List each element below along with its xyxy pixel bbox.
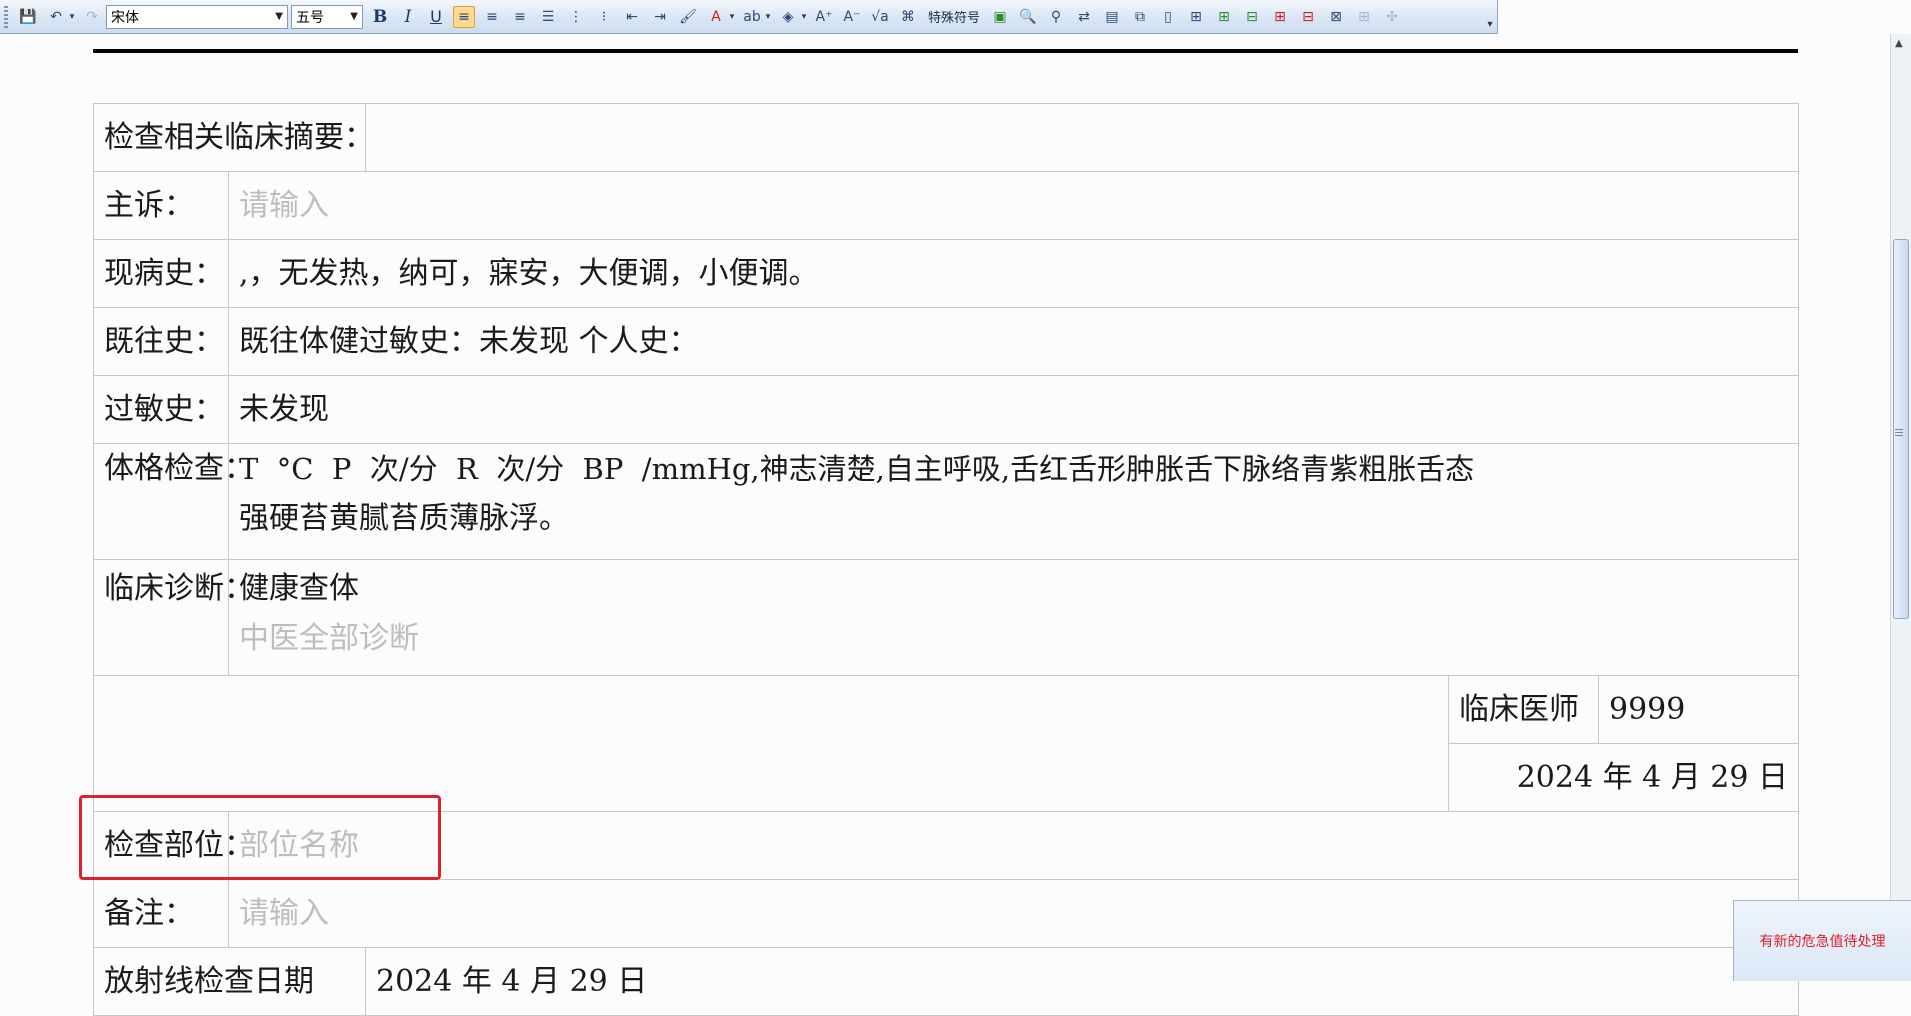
fill-color-icon[interactable]: ◈	[777, 6, 799, 28]
align-right-icon[interactable]: ≡	[509, 6, 531, 28]
format-painter-icon[interactable]: 🖌	[677, 6, 699, 28]
clinical-diagnosis-label: 临床诊断：	[93, 559, 254, 676]
search-icon[interactable]: 🔍	[1017, 6, 1039, 28]
present-illness-label: 现病史：	[93, 239, 229, 308]
section-heading-fill	[365, 103, 1799, 172]
cell-property-icon: ✣	[1386, 8, 1398, 25]
special-symbol-button[interactable]: 特殊符号	[928, 7, 980, 26]
physical-exam-value[interactable]: T °C P 次/分 R 次/分 BP /mmHg,神志清楚,自主呼吸,舌红舌形…	[228, 443, 1799, 560]
clinician-date[interactable]: 2024 年 4 月 29 日	[1448, 743, 1799, 812]
chief-complaint-label: 主诉：	[93, 171, 229, 240]
vertical-scrollbar[interactable]: ▲	[1890, 34, 1911, 981]
notification-text: 有新的危急值待处理	[1759, 934, 1886, 950]
special-symbol-icon[interactable]: ⌘	[897, 6, 919, 28]
numbered-list-icon[interactable]: ⋮	[565, 6, 587, 28]
align-center-icon[interactable]: ≡	[481, 6, 503, 28]
tcm-diagnosis-input[interactable]: 中医全部诊断	[239, 614, 1788, 664]
underline-icon[interactable]: U	[425, 6, 447, 28]
font-name-select[interactable]: 宋体 ▼	[106, 4, 288, 29]
replace-icon[interactable]: ⇄	[1073, 6, 1095, 28]
italic-icon[interactable]: I	[397, 6, 419, 28]
header-rule	[93, 49, 1798, 53]
insert-image-icon[interactable]: ▣	[989, 6, 1011, 28]
exam-site-label: 检查部位：	[93, 811, 254, 880]
signature-blank	[93, 675, 1449, 812]
justify-icon[interactable]: ☰	[537, 6, 559, 28]
scrollbar-grip	[1895, 429, 1903, 438]
remarks-input[interactable]: 请输入	[228, 879, 1799, 948]
chief-complaint-input[interactable]: 请输入	[228, 171, 1799, 240]
align-left-icon[interactable]: ≡	[453, 5, 475, 28]
exam-request-form: 检查相关临床摘要： 主诉： 请输入 现病史： ,，无发热，纳可，寐安，大便调，小…	[93, 103, 1799, 1016]
font-name-value: 宋体	[111, 9, 139, 26]
physical-exam-label: 体格检查：	[93, 443, 254, 560]
chevron-down-icon: ▼	[350, 11, 358, 22]
bullet-list-icon[interactable]: ⁝	[593, 6, 615, 28]
past-history-value[interactable]: 既往体健过敏史：未发现 个人史：	[228, 307, 1799, 376]
formula-icon[interactable]: √a	[869, 6, 891, 28]
font-shrink-icon[interactable]: A⁻	[841, 6, 863, 28]
delete-row-icon[interactable]: ⊞	[1269, 6, 1291, 28]
remarks-label: 备注：	[93, 879, 229, 948]
editor-toolbar: 💾 ↶ ▾ ↷ 宋体 ▼ 五号 ▼ B I U ≡ ≡ ≡ ☰ ⋮ ⁝ ⇤ ⇥ …	[0, 0, 1498, 34]
indent-icon[interactable]: ⇥	[649, 6, 671, 28]
chevron-down-icon: ▼	[275, 11, 283, 22]
physical-exam-line-2: 强硬苔黄腻苔质薄脉浮。	[239, 501, 569, 536]
section-heading: 检查相关临床摘要：	[93, 103, 374, 172]
undo-icon[interactable]: ↶	[45, 6, 67, 28]
fill-color-dropdown-icon[interactable]: ▾	[800, 6, 808, 28]
document-icon[interactable]: ▯	[1157, 6, 1179, 28]
delete-column-icon[interactable]: ⊟	[1297, 6, 1319, 28]
present-illness-value[interactable]: ,，无发热，纳可，寐安，大便调，小便调。	[228, 239, 1799, 308]
clinician-value[interactable]: 9999	[1598, 675, 1799, 744]
save-icon[interactable]: 💾	[17, 6, 39, 28]
exam-site-input[interactable]: 部位名称	[228, 811, 1799, 880]
critical-value-notification[interactable]: 有新的危急值待处理	[1733, 900, 1911, 981]
insert-row-icon[interactable]: ⊞	[1213, 6, 1235, 28]
physical-exam-line-1: T °C P 次/分 R 次/分 BP /mmHg,神志清楚,自主呼吸,舌红舌形…	[239, 452, 1475, 486]
highlight-icon[interactable]: ab	[741, 6, 763, 28]
radiation-date-value[interactable]: 2024 年 4 月 29 日	[365, 947, 1799, 1016]
past-history-label: 既往史：	[93, 307, 229, 376]
allergy-history-value[interactable]: 未发现	[228, 375, 1799, 444]
font-size-select[interactable]: 五号 ▼	[291, 4, 363, 29]
bold-icon[interactable]: B	[369, 6, 391, 28]
clinical-diagnosis-cell[interactable]: 健康查体 中医全部诊断	[228, 559, 1799, 676]
radiation-date-label: 放射线检查日期	[93, 947, 366, 1016]
outdent-icon[interactable]: ⇤	[621, 6, 643, 28]
insert-column-icon[interactable]: ⊟	[1241, 6, 1263, 28]
allergy-history-label: 过敏史：	[93, 375, 229, 444]
merge-cells-icon[interactable]: ⊠	[1325, 6, 1347, 28]
redo-icon[interactable]: ↷	[81, 6, 103, 28]
font-enlarge-icon[interactable]: A⁺	[813, 6, 835, 28]
highlight-dropdown-icon[interactable]: ▾	[764, 6, 772, 28]
undo-dropdown-icon[interactable]: ▾	[68, 6, 76, 28]
font-color-dropdown-icon[interactable]: ▾	[728, 6, 736, 28]
copy-format-icon[interactable]: ⧉	[1129, 6, 1151, 28]
page-setup-icon[interactable]: ▤	[1101, 6, 1123, 28]
split-cells-icon: ⊞	[1358, 8, 1370, 25]
toolbar-grip[interactable]	[4, 5, 8, 28]
font-size-value: 五号	[296, 9, 324, 26]
scroll-up-icon[interactable]: ▲	[1895, 38, 1903, 49]
clinician-label: 临床医师	[1448, 675, 1599, 744]
clinical-diagnosis-value: 健康查体	[239, 571, 359, 606]
insert-table-icon[interactable]: ⊞	[1185, 6, 1207, 28]
find-icon[interactable]: ⚲	[1045, 6, 1067, 28]
font-color-icon[interactable]: A	[705, 6, 727, 28]
toolbar-overflow-icon[interactable]: ▾	[1483, 4, 1497, 30]
